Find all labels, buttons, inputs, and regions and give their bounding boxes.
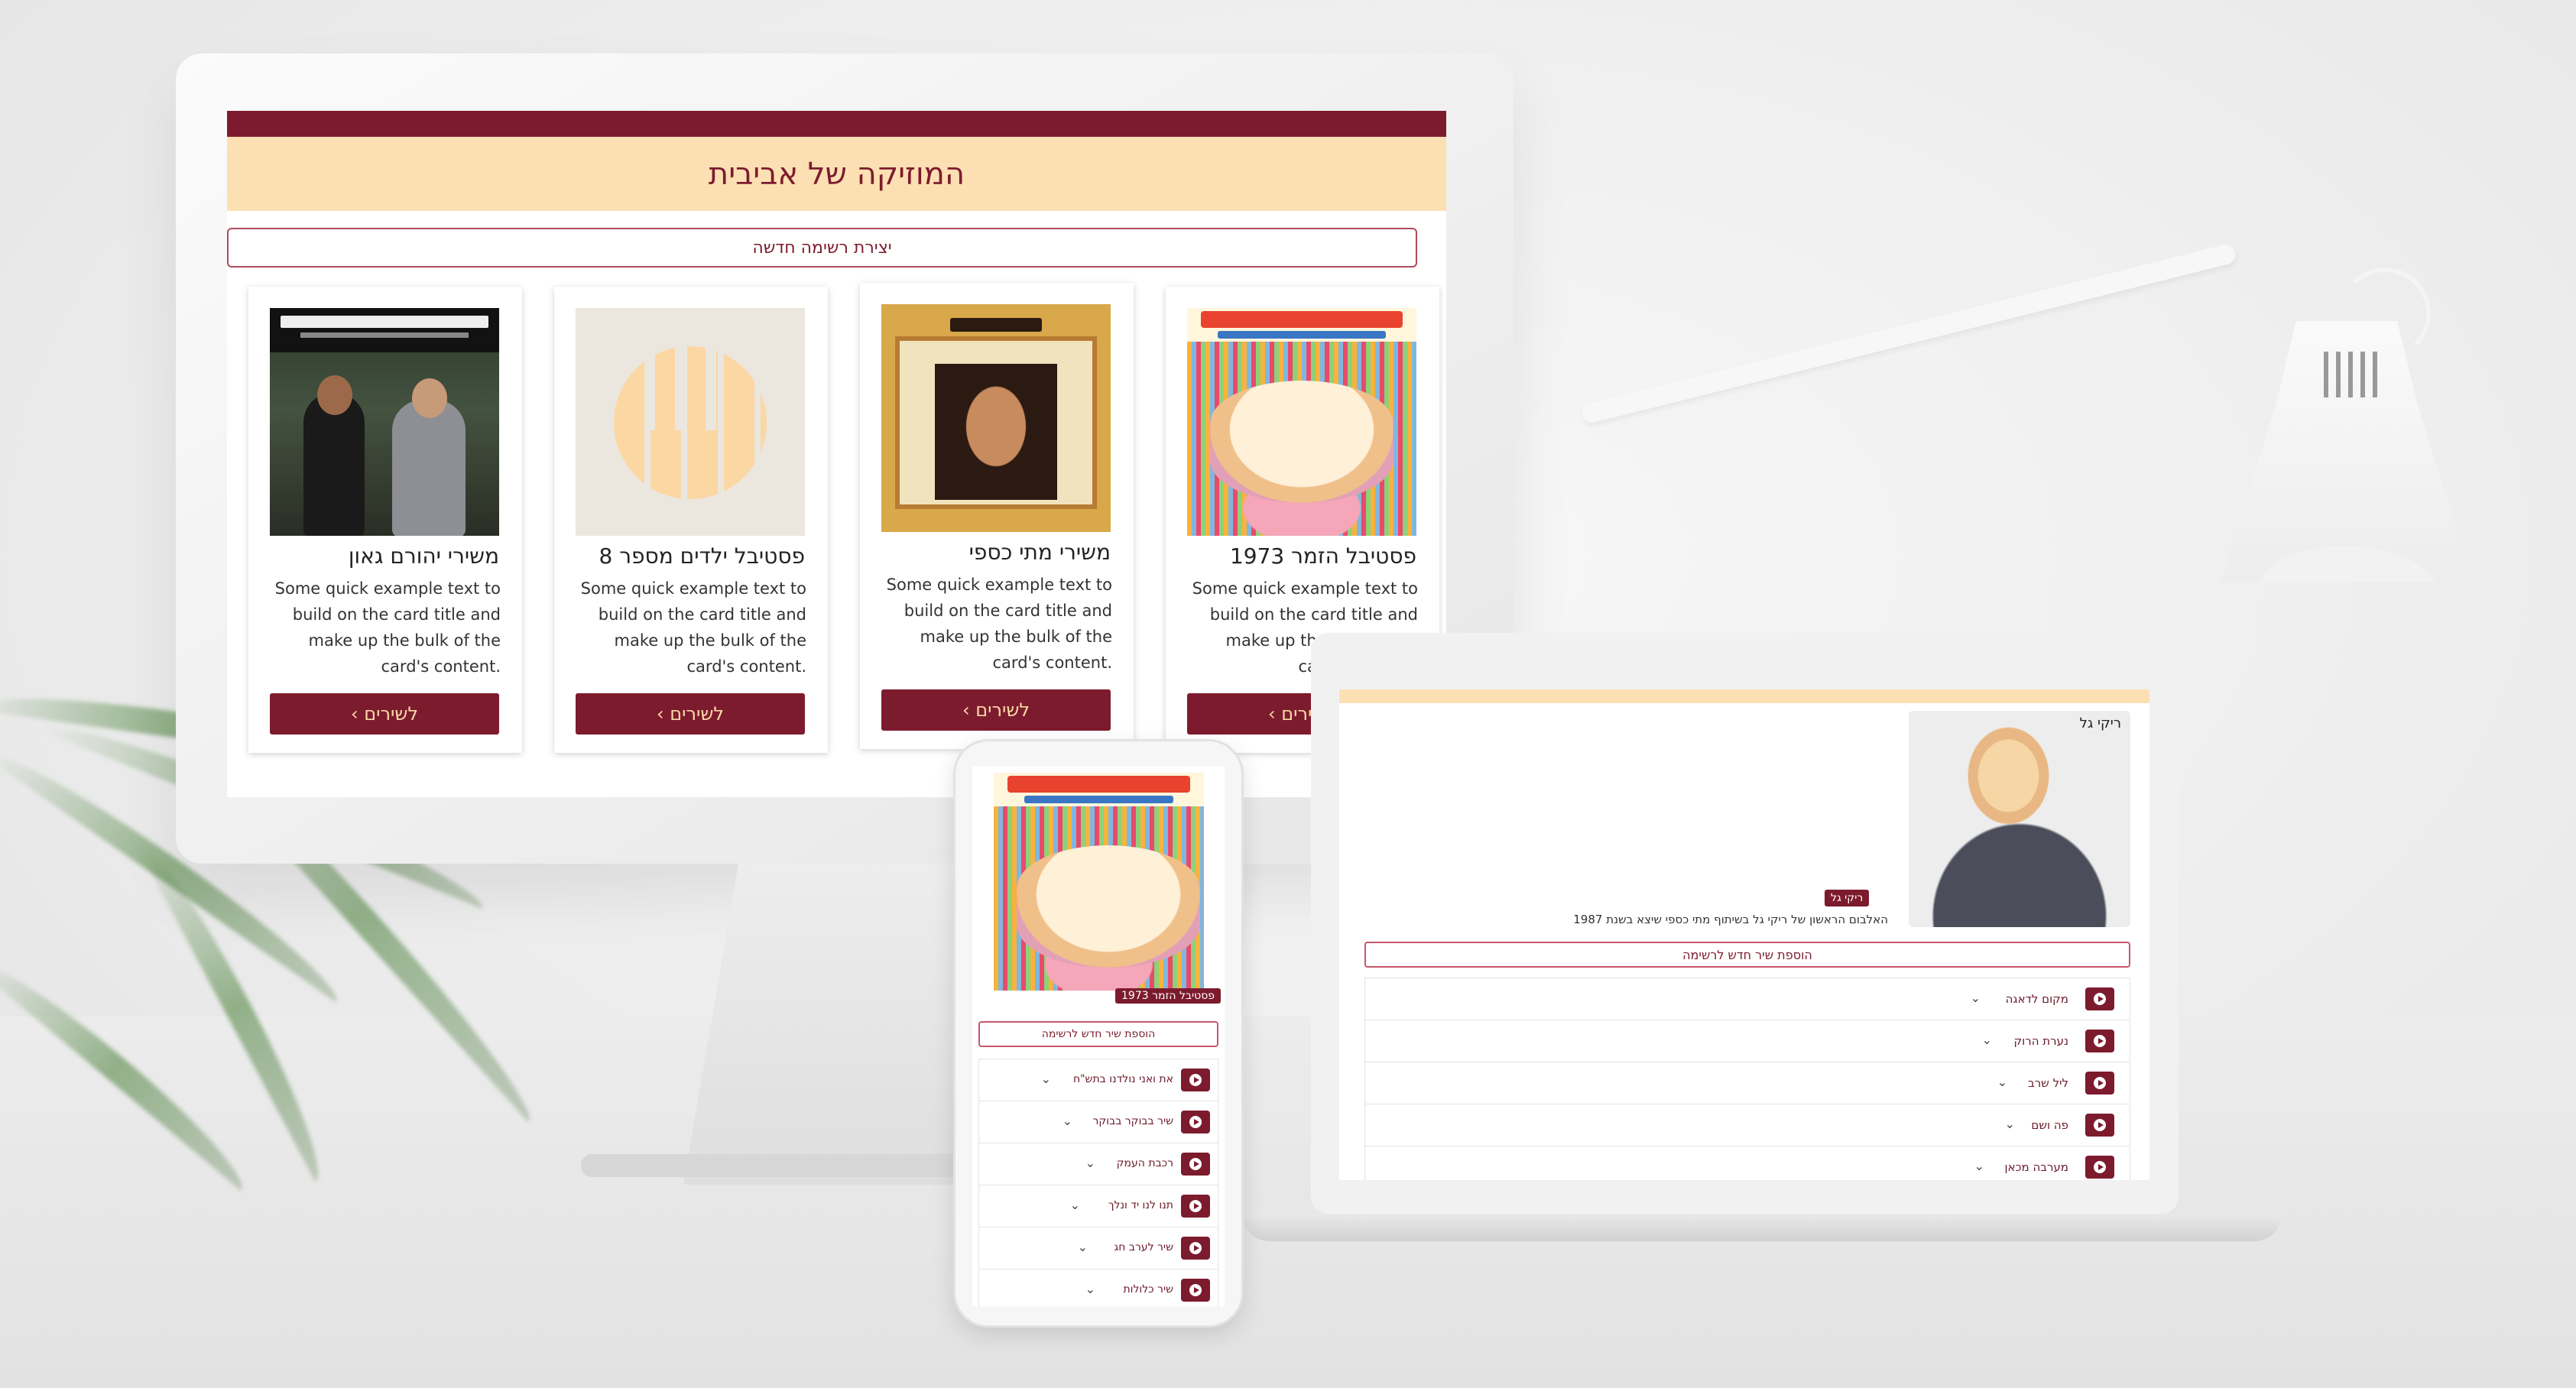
piano-placeholder-cover — [576, 308, 805, 536]
chevron-down-icon[interactable]: ⌄ — [1982, 1033, 1992, 1047]
play-circle-icon[interactable] — [1181, 1279, 1210, 1302]
play-circle-icon[interactable] — [2085, 1114, 2114, 1137]
add-song-button[interactable]: הוספת שיר חדש לרשימה — [1364, 942, 2130, 968]
artist-badge: ריקי גל — [1825, 890, 1870, 906]
chevron-left-icon: ‹ — [656, 703, 670, 725]
album-description: האלבום הראשון של ריקי גל בשיתוף מתי כספי… — [1573, 913, 1888, 926]
song-row[interactable]: תנו לנו יד ונלך ⌄ — [978, 1185, 1218, 1227]
song-row[interactable]: שיר בבוקר בבוקר ⌄ — [978, 1101, 1218, 1143]
chevron-down-icon[interactable]: ⌄ — [1085, 1282, 1095, 1296]
to-songs-label: לשירים — [670, 703, 725, 725]
chevron-left-icon: ‹ — [962, 699, 976, 721]
card-title: פסטיבל הזמר 1973 — [1229, 543, 1416, 569]
page-header: המוזיקה של אביבית — [227, 137, 1446, 211]
song-row[interactable]: פה ושם ⌄ — [1364, 1104, 2130, 1146]
card-title: משירי מתי כספי — [968, 540, 1111, 565]
song-list: את ואני נולדנו בתש"ח ⌄ שיר בבוקר בבוקר ⌄… — [978, 1059, 1218, 1306]
floor-background — [0, 1017, 2576, 1388]
song-row[interactable]: מקום לדאגה ⌄ — [1364, 978, 2130, 1020]
page-header — [1339, 689, 2149, 703]
song-row[interactable]: נערת הרוק ⌄ — [1364, 1020, 2130, 1062]
song-row[interactable]: רכבת העמק ⌄ — [978, 1143, 1218, 1185]
top-navbar — [227, 111, 1446, 137]
song-title: תנו לנו יד ונלך — [1108, 1199, 1173, 1211]
card-title: פסטיבל ילדים מספר 8 — [599, 543, 806, 569]
add-song-button[interactable]: הוספת שיר חדש לרשימה — [978, 1021, 1218, 1047]
play-circle-icon[interactable] — [1181, 1069, 1210, 1091]
phone-screen: פסטיבל הזמר 1973 הוספת שיר חדש לרשימה את… — [972, 767, 1225, 1306]
play-circle-icon[interactable] — [2085, 1156, 2114, 1179]
laptop-base — [1242, 1214, 2282, 1241]
chevron-down-icon[interactable]: ⌄ — [2005, 1117, 2015, 1131]
matti-caspi-cover — [881, 304, 1111, 532]
song-title: נערת הרוק — [2013, 1034, 2068, 1048]
song-title: ליל שרב — [2028, 1076, 2068, 1090]
chevron-down-icon[interactable]: ⌄ — [1063, 1114, 1072, 1128]
to-songs-button[interactable]: ‹ לשירים — [576, 693, 805, 735]
desktop-screen: המוזיקה של אביבית יצירת רשימה חדשה פסטיב… — [227, 111, 1446, 797]
song-title: שיר לערב חג — [1114, 1241, 1174, 1253]
chevron-down-icon[interactable]: ⌄ — [1974, 1159, 1984, 1173]
song-row[interactable]: מערבה מכאן ⌄ — [1364, 1146, 2130, 1180]
song-title: מערבה מכאן — [2004, 1160, 2068, 1174]
laptop-screen: ריקי גל ריקי גל האלבום הראשון של ריקי גל… — [1339, 689, 2149, 1180]
card-text: Some quick example text to build on the … — [274, 579, 501, 676]
song-title: מקום לדאגה — [2005, 992, 2068, 1006]
cover-caption: ריקי גל — [2079, 715, 2121, 731]
play-circle-icon[interactable] — [1181, 1153, 1210, 1176]
chevron-down-icon[interactable]: ⌄ — [1085, 1156, 1095, 1170]
chevron-left-icon: ‹ — [1267, 703, 1282, 725]
song-row[interactable]: את ואני נולדנו בתש"ח ⌄ — [978, 1059, 1218, 1101]
album-badge: פסטיבל הזמר 1973 — [1115, 988, 1221, 1004]
page-title: המוזיקה של אביבית — [708, 156, 965, 192]
album-card: משירי מתי כספי Some quick example text t… — [860, 283, 1134, 749]
song-title: רכבת העמק — [1116, 1157, 1173, 1169]
song-list: מקום לדאגה ⌄ נערת הרוק ⌄ ליל שרב ⌄ פה וש… — [1364, 978, 2130, 1180]
chevron-down-icon[interactable]: ⌄ — [1070, 1198, 1080, 1212]
to-songs-button[interactable]: ‹ לשירים — [270, 693, 499, 735]
chevron-left-icon: ‹ — [350, 703, 365, 725]
card-title: משירי יהורם גאון — [348, 543, 499, 569]
chevron-down-icon[interactable]: ⌄ — [1078, 1240, 1088, 1254]
song-title: פה ושם — [2031, 1118, 2068, 1132]
play-circle-icon[interactable] — [2085, 1072, 2114, 1095]
play-circle-icon[interactable] — [2085, 1030, 2114, 1052]
chevron-down-icon[interactable]: ⌄ — [1041, 1072, 1051, 1086]
yehoram-gaon-cover — [270, 308, 499, 536]
album-card: פסטיבל ילדים מספר 8 Some quick example t… — [554, 287, 828, 753]
song-row[interactable]: ליל שרב ⌄ — [1364, 1062, 2130, 1104]
ricky-gal-cover: ריקי גל — [1909, 711, 2130, 927]
play-circle-icon[interactable] — [2085, 987, 2114, 1010]
play-circle-icon[interactable] — [1181, 1111, 1210, 1133]
to-songs-label: לשירים — [364, 703, 419, 725]
to-songs-button[interactable]: ‹ לשירים — [881, 689, 1111, 731]
play-circle-icon[interactable] — [1181, 1195, 1210, 1218]
create-list-button[interactable]: יצירת רשימה חדשה — [227, 228, 1417, 268]
song-title: את ואני נולדנו בתש"ח — [1072, 1073, 1173, 1085]
card-text: Some quick example text to build on the … — [580, 579, 806, 676]
song-title: שיר כלולות — [1123, 1283, 1173, 1296]
chevron-down-icon[interactable]: ⌄ — [1997, 1075, 2007, 1089]
chevron-down-icon[interactable]: ⌄ — [1971, 991, 1981, 1005]
song-row[interactable]: שיר כלולות ⌄ — [978, 1269, 1218, 1306]
play-circle-icon[interactable] — [1181, 1237, 1210, 1260]
song-title: שיר בבוקר בבוקר — [1092, 1115, 1173, 1127]
festival-1973-cover — [1187, 308, 1416, 536]
song-row[interactable]: שיר לערב חג ⌄ — [978, 1227, 1218, 1270]
album-card: משירי יהורם גאון Some quick example text… — [248, 287, 522, 753]
card-text: Some quick example text to build on the … — [886, 576, 1112, 672]
to-songs-label: לשירים — [975, 699, 1030, 721]
festival-1973-cover — [994, 773, 1204, 991]
